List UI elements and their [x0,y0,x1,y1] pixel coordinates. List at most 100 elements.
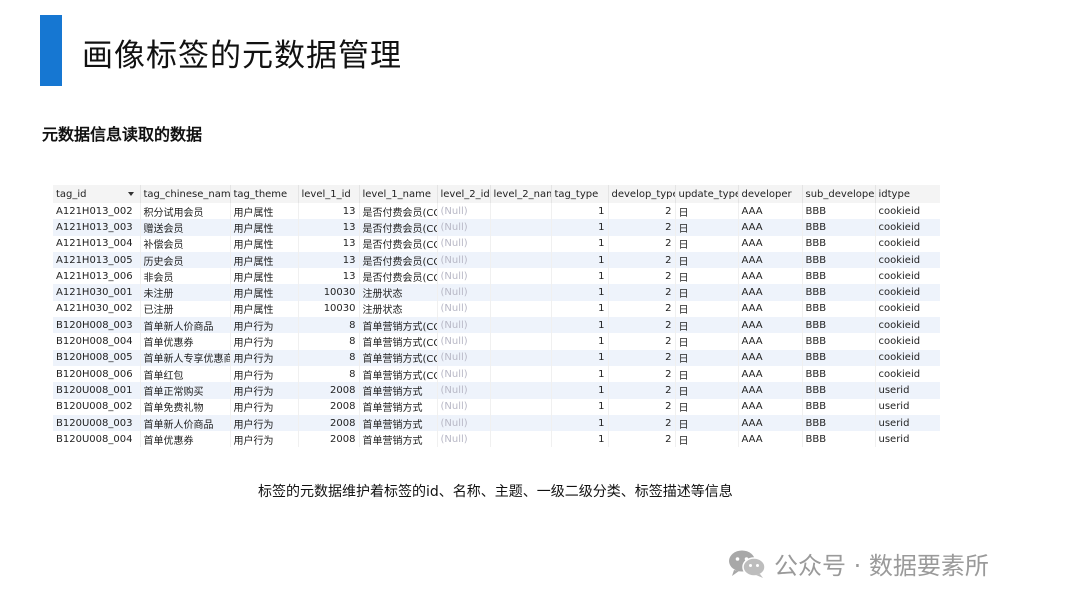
table-cell-tag-chinese-name[interactable]: 首单新人价商品 [140,317,231,334]
sort-caret-icon[interactable] [127,192,134,196]
table-cell-tag-chinese-name[interactable]: 首单新人价商品 [140,414,231,432]
table-row[interactable]: A121H013_006 非会员 用户属性 13 是否付费会员(CO (Null) 1 2 日 A… [53,268,940,285]
table-cell-develop-type[interactable]: 2 [608,284,676,301]
table-cell-tag-chinese-name[interactable]: 赠送会员 [140,219,231,236]
table-cell-level-2-name[interactable] [490,203,552,220]
table-row[interactable]: B120U008_001 首单正常购买 用户行为 2008 首单营销方式 (Null) 1 2… [53,382,940,399]
table-cell-tag-id[interactable]: A121H013_004 [53,235,141,252]
table-cell-level-2-name[interactable] [490,268,552,285]
table-cell-tag-theme[interactable]: 用户属性 [230,203,299,220]
table-cell-sub-developer[interactable]: BBB [802,333,876,350]
table-cell-tag-theme[interactable]: 用户属性 [230,219,299,236]
table-cell-develop-type[interactable]: 2 [608,317,676,334]
table-cell-develop-type[interactable]: 2 [608,219,676,236]
table-cell-idtype[interactable]: userid [875,382,940,398]
table-cell-tag-type[interactable]: 1 [551,203,609,220]
table-cell-level-2-id[interactable]: (Null) [437,300,491,318]
table-cell-idtype[interactable]: cookieid [875,236,940,252]
table-cell-developer[interactable]: AAA [738,333,803,350]
table-cell-tag-type[interactable]: 1 [551,317,609,334]
table-cell-update-type[interactable]: 日 [675,203,739,220]
table-cell-develop-type[interactable]: 2 [608,365,676,383]
table-cell-sub-developer[interactable]: BBB [802,349,876,366]
table-cell-developer[interactable]: AAA [738,284,803,301]
table-cell-update-type[interactable]: 日 [675,251,739,269]
table-cell-level-2-id[interactable]: (Null) [437,349,491,366]
table-cell-level-1-name[interactable]: 首单营销方式 [359,414,438,432]
table-cell-level-1-id[interactable]: 10030 [298,300,360,318]
table-cell-idtype[interactable]: cookieid [875,366,940,382]
table-cell-sub-developer[interactable]: BBB [802,235,876,252]
table-cell-developer[interactable]: AAA [738,251,803,269]
table-cell-tag-type[interactable]: 1 [551,382,609,399]
table-cell-sub-developer[interactable]: BBB [802,365,876,383]
table-cell-idtype[interactable]: cookieid [875,219,940,235]
table-cell-level-1-id[interactable]: 2008 [298,414,360,432]
table-cell-tag-id[interactable]: B120U008_001 [53,382,141,399]
table-cell-idtype[interactable]: cookieid [875,252,940,268]
table-cell-level-2-name[interactable] [490,431,552,448]
table-cell-idtype[interactable]: cookieid [875,301,940,317]
table-cell-level-2-name[interactable] [490,251,552,269]
table-cell-idtype[interactable]: userid [875,399,940,415]
table-row[interactable]: A121H030_001 未注册 用户属性 10030 注册状态 (Null) 1 2 日 AAA… [53,284,940,301]
table-cell-level-1-name[interactable]: 首单营销方式(CO [359,317,438,334]
table-cell-update-type[interactable]: 日 [675,268,739,285]
table-cell-develop-type[interactable]: 2 [608,431,676,448]
table-cell-tag-theme[interactable]: 用户属性 [230,268,299,285]
table-cell-developer[interactable]: AAA [738,300,803,318]
table-cell-level-2-id[interactable]: (Null) [437,251,491,269]
table-cell-tag-type[interactable]: 1 [551,300,609,318]
table-cell-level-2-name[interactable] [490,382,552,399]
table-row[interactable]: A121H013_002 积分试用会员 用户属性 13 是否付费会员(CO (Null) 1… [53,203,940,220]
table-cell-developer[interactable]: AAA [738,398,803,415]
table-cell-level-2-id[interactable]: (Null) [437,333,491,350]
table-cell-level-1-name[interactable]: 注册状态 [359,300,438,318]
table-cell-develop-type[interactable]: 2 [608,251,676,269]
table-cell-level-1-name[interactable]: 首单营销方式 [359,431,438,448]
table-cell-developer[interactable]: AAA [738,349,803,366]
table-cell-level-2-name[interactable] [490,349,552,366]
table-cell-level-2-id[interactable]: (Null) [437,382,491,399]
table-cell-sub-developer[interactable]: BBB [802,203,876,220]
table-row[interactable]: B120H008_004 首单优惠券 用户行为 8 首单营销方式(CO (Null) 1 2 日… [53,333,940,350]
table-cell-update-type[interactable]: 日 [675,235,739,252]
table-cell-developer[interactable]: AAA [738,235,803,252]
table-cell-developer[interactable]: AAA [738,203,803,220]
table-cell-develop-type[interactable]: 2 [608,349,676,366]
table-cell-developer[interactable]: AAA [738,268,803,285]
table-cell-level-2-name[interactable] [490,300,552,318]
table-cell-tag-id[interactable]: B120H008_006 [53,365,141,383]
table-cell-level-2-name[interactable] [490,284,552,301]
table-cell-tag-id[interactable]: B120U008_002 [53,398,141,415]
table-cell-tag-type[interactable]: 1 [551,414,609,432]
table-cell-tag-type[interactable]: 1 [551,235,609,252]
table-cell-level-2-id[interactable]: (Null) [437,431,491,448]
table-cell-tag-id[interactable]: A121H013_002 [53,203,141,220]
table-row[interactable]: A121H013_005 历史会员 用户属性 13 是否付费会员(CO (Null) 1 2 日… [53,251,940,269]
column-header-level-1-name[interactable]: level_1_name [359,185,438,203]
table-cell-tag-theme[interactable]: 用户行为 [230,431,299,448]
table-cell-tag-theme[interactable]: 用户行为 [230,317,299,334]
table-cell-develop-type[interactable]: 2 [608,382,676,399]
table-row[interactable]: A121H013_004 补偿会员 用户属性 13 是否付费会员(CO (Null) 1 2 日… [53,235,940,252]
table-cell-level-2-name[interactable] [490,398,552,415]
table-cell-level-1-id[interactable]: 13 [298,268,360,285]
table-cell-sub-developer[interactable]: BBB [802,219,876,236]
table-cell-tag-chinese-name[interactable]: 首单红包 [140,365,231,383]
table-cell-idtype[interactable]: userid [875,431,940,447]
table-row[interactable]: B120H008_006 首单红包 用户行为 8 首单营销方式(CO (Null) 1 2 日 A… [53,365,940,383]
table-cell-tag-theme[interactable]: 用户属性 [230,251,299,269]
table-cell-level-1-name[interactable]: 注册状态 [359,284,438,301]
table-cell-developer[interactable]: AAA [738,431,803,448]
table-cell-tag-chinese-name[interactable]: 已注册 [140,300,231,318]
column-header-level-2-id[interactable]: level_2_id [437,185,491,203]
table-cell-tag-theme[interactable]: 用户属性 [230,235,299,252]
table-cell-sub-developer[interactable]: BBB [802,398,876,415]
table-cell-level-1-name[interactable]: 是否付费会员(CO [359,268,438,285]
table-cell-level-2-id[interactable]: (Null) [437,284,491,301]
table-cell-level-1-id[interactable]: 8 [298,333,360,350]
table-cell-level-1-name[interactable]: 是否付费会员(CO [359,251,438,269]
table-cell-tag-type[interactable]: 1 [551,349,609,366]
table-cell-update-type[interactable]: 日 [675,333,739,350]
